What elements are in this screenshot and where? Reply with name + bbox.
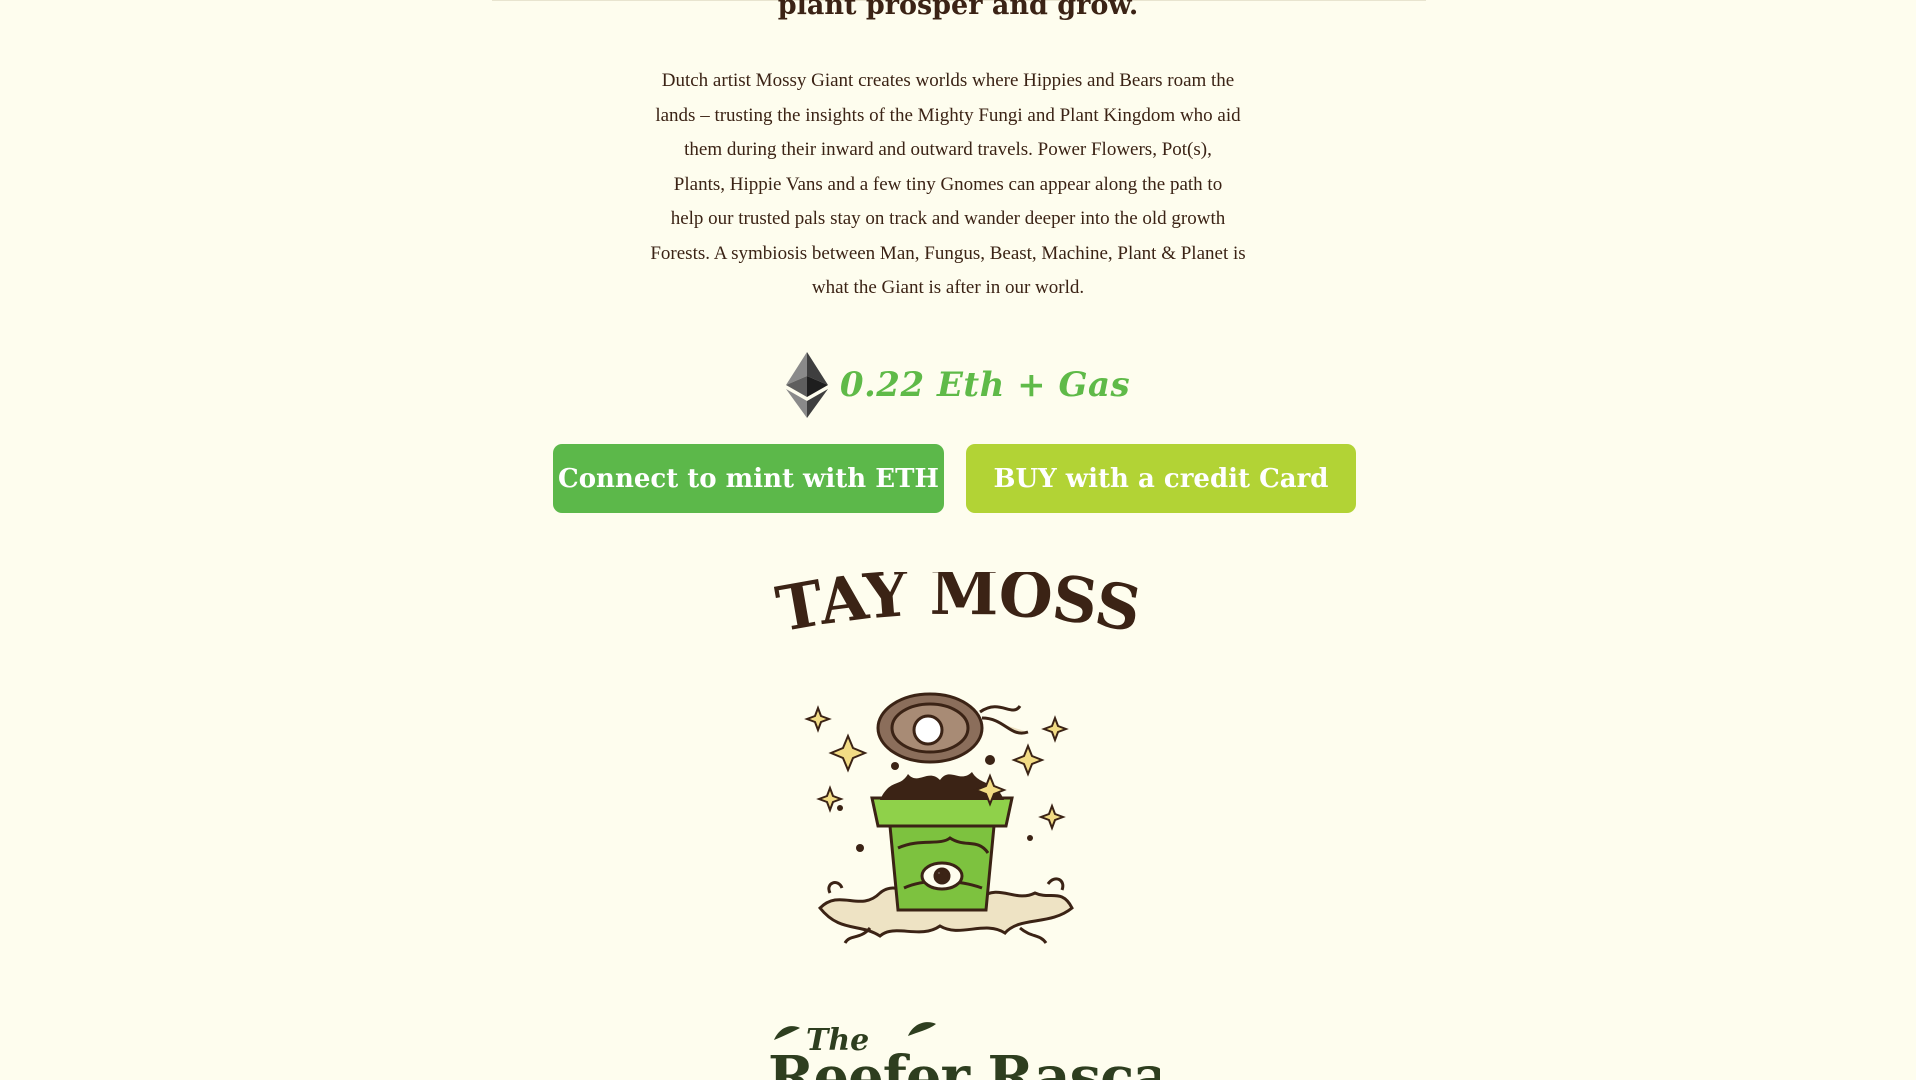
mint-price: 0.22 Eth + Gas	[839, 365, 1131, 405]
leaf-icon	[774, 1026, 800, 1040]
section-heading: plant prosper and grow.	[777, 0, 1139, 21]
reefer-rascals-logo: The Reefer Rascals	[768, 1022, 1160, 1080]
page: plant prosper and grow. Dutch artist Mos…	[0, 0, 1916, 1080]
leaf-icon	[908, 1022, 936, 1036]
ethereum-icon	[785, 352, 828, 418]
stay-mossy-text: STAY MOSSY	[770, 572, 1146, 646]
artist-description: Dutch artist Mossy Giant creates worlds …	[650, 70, 1246, 298]
connect-mint-eth-button[interactable]: Connect to mint with ETH	[553, 444, 944, 513]
exploding-flower-pot-illustration	[804, 692, 1074, 944]
price-row: 0.22 Eth + Gas	[0, 352, 1916, 418]
stay-mossy-banner: STAY MOSSY	[770, 572, 1146, 646]
logo-main-text: Reefer Rascals	[768, 1044, 1160, 1080]
buy-credit-card-button[interactable]: BUY with a credit Card	[966, 444, 1356, 513]
svg-text:STAY MOSSY: STAY MOSSY	[770, 572, 1145, 646]
